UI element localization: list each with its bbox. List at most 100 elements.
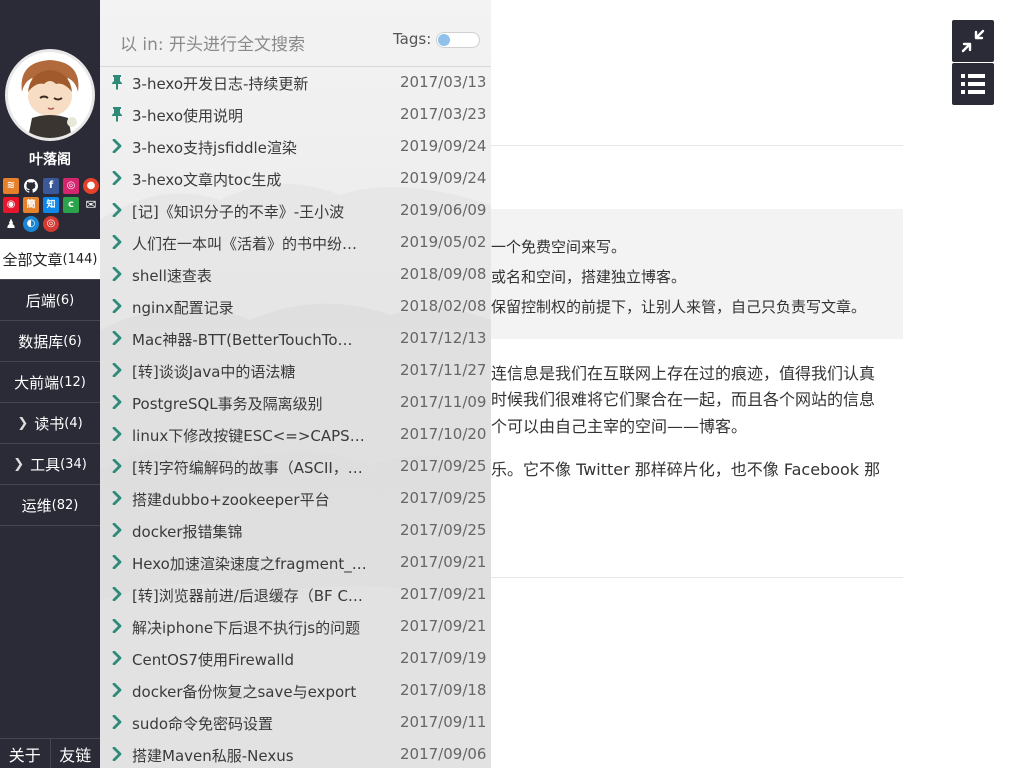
- chevron-right-icon: ❯: [13, 456, 25, 472]
- nav-label: 运维: [21, 496, 52, 515]
- post-row[interactable]: [转]谈谈Java中的语法糖 2017/11/27: [100, 354, 491, 386]
- post-date: 2017/09/25: [400, 521, 487, 539]
- chevron-right-icon: [110, 202, 124, 218]
- post-title: CentOS7使用Firewalld: [132, 651, 295, 669]
- post-row[interactable]: docker备份恢复之save与export 2017/09/18: [100, 674, 491, 706]
- post-row[interactable]: 3-hexo支持jsfiddle渲染 2019/09/24: [100, 130, 491, 162]
- post-row[interactable]: Hexo加速渲染速度之fragment_… 2017/09/21: [100, 546, 491, 578]
- post-row[interactable]: 搭建Maven私服-Nexus 2017/09/06: [100, 738, 491, 768]
- nav-item-backend[interactable]: 后端 (6): [0, 280, 100, 321]
- post-row[interactable]: 3-hexo使用说明 2017/03/23: [100, 98, 491, 130]
- chevron-right-icon: [110, 682, 124, 698]
- post-title: docker报错集锦: [132, 523, 243, 541]
- nav-label: 工具: [30, 455, 61, 474]
- nav-count: (4): [64, 415, 83, 431]
- post-title: [转]浏览器前进/后退缓存（BF C…: [132, 587, 363, 605]
- collapse-sidebar-button[interactable]: [952, 20, 994, 62]
- post-date: 2017/09/25: [400, 489, 487, 507]
- nav-item-reading[interactable]: ❯ 读书 (4): [0, 403, 100, 444]
- post-row[interactable]: 解决iphone下后退不执行js的问题 2017/09/21: [100, 610, 491, 642]
- paragraph-line: 连信息是我们在互联网上存在过的痕迹，值得我们认真: [491, 364, 876, 383]
- post-row[interactable]: 3-hexo文章内toc生成 2019/09/24: [100, 162, 491, 194]
- zhihu-icon[interactable]: 知: [43, 197, 59, 213]
- post-title: sudo命令免密码设置: [132, 715, 274, 733]
- post-row[interactable]: docker报错集锦 2017/09/25: [100, 514, 491, 546]
- quote-line: 或名和空间，搭建独立博客。: [491, 268, 687, 286]
- post-row[interactable]: Mac神器-BTT(BetterTouchTo… 2017/12/13: [100, 322, 491, 354]
- post-date: 2017/09/11: [400, 713, 487, 731]
- post-date: 2017/09/21: [400, 617, 487, 635]
- post-row[interactable]: [转]字符编解码的故事（ASCII，… 2017/09/25: [100, 450, 491, 482]
- chevron-right-icon: [110, 714, 124, 730]
- nav-item-database[interactable]: 数据库 (6): [0, 321, 100, 362]
- paragraph-line: 时候我们很难将它们聚合在一起，而且各个网站的信息: [491, 390, 876, 409]
- post-date: 2017/09/18: [400, 681, 487, 699]
- post-date: 2018/09/08: [400, 265, 487, 283]
- site-name[interactable]: 叶落阁: [0, 149, 100, 169]
- post-date: 2017/09/06: [400, 745, 487, 763]
- post-title: 搭建Maven私服-Nexus: [132, 747, 294, 765]
- post-row[interactable]: shell速查表 2018/09/08: [100, 258, 491, 290]
- social-links-row-2: ◉ 簡 知 c ✉: [2, 197, 100, 213]
- post-row[interactable]: linux下修改按键ESC<=>CAPSL… 2017/10/20: [100, 418, 491, 450]
- post-title: shell速查表: [132, 267, 212, 285]
- rss-icon[interactable]: ≋: [3, 178, 19, 194]
- mail-icon[interactable]: ✉: [83, 197, 99, 213]
- paragraph-line: 乐。它不像 Twitter 那样碎片化，也不像 Facebook 那: [491, 460, 881, 479]
- post-title: PostgreSQL事务及隔离级别: [132, 395, 323, 413]
- qq-icon[interactable]: ♟: [3, 216, 19, 232]
- nav-item-tools[interactable]: ❯ 工具 (34): [0, 444, 100, 485]
- weibo-icon[interactable]: ◉: [3, 197, 19, 213]
- facebook-icon[interactable]: f: [43, 178, 59, 194]
- post-date: 2017/11/09: [400, 393, 487, 411]
- post-row[interactable]: [转]浏览器前进/后退缓存（BF C… 2017/09/21: [100, 578, 491, 610]
- github-icon[interactable]: [23, 178, 39, 194]
- segmentfault-icon[interactable]: ◐: [23, 216, 39, 232]
- post-row[interactable]: 搭建dubbo+zookeeper平台 2017/09/25: [100, 482, 491, 514]
- post-row[interactable]: nginx配置记录 2018/02/08: [100, 290, 491, 322]
- netease-music-icon[interactable]: ◎: [43, 216, 59, 232]
- chevron-right-icon: [110, 298, 124, 314]
- chevron-right-icon: [110, 618, 124, 634]
- quote-line: 一个免费空间来写。: [491, 238, 627, 256]
- post-title: nginx配置记录: [132, 299, 234, 317]
- post-row[interactable]: PostgreSQL事务及隔离级别 2017/11/09: [100, 386, 491, 418]
- about-link[interactable]: 关于: [0, 739, 50, 768]
- search-input[interactable]: [120, 34, 390, 56]
- post-date: 2017/09/25: [400, 457, 487, 475]
- paragraph-line: 个可以由自己主宰的空间——博客。: [491, 417, 748, 436]
- post-date: 2017/11/27: [400, 361, 487, 379]
- csdn-icon[interactable]: c: [63, 197, 79, 213]
- chevron-right-icon: [110, 138, 124, 154]
- nav-item-ops[interactable]: 运维 (82): [0, 485, 100, 526]
- tags-toggle-knob: [438, 34, 450, 46]
- nav-item-frontend[interactable]: 大前端 (12): [0, 362, 100, 403]
- friends-link[interactable]: 友链: [49, 739, 101, 768]
- reddit-icon[interactable]: ●: [83, 178, 99, 194]
- douban-icon[interactable]: 簡: [23, 197, 39, 213]
- chevron-right-icon: [110, 170, 124, 186]
- tags-toggle[interactable]: [436, 32, 480, 48]
- nav-item-all[interactable]: 全部文章 (144): [0, 239, 100, 280]
- nav-count: (34): [60, 456, 87, 472]
- post-title: Hexo加速渲染速度之fragment_…: [132, 555, 367, 573]
- post-title: linux下修改按键ESC<=>CAPSL…: [132, 427, 370, 445]
- chevron-right-icon: [110, 266, 124, 282]
- post-row[interactable]: [记]《知识分子的不幸》-王小波 2019/06/09: [100, 194, 491, 226]
- chevron-right-icon: [110, 362, 124, 378]
- pin-icon: [110, 74, 124, 90]
- post-title: [转]字符编解码的故事（ASCII，…: [132, 459, 363, 477]
- post-date: 2017/03/23: [400, 105, 487, 123]
- avatar[interactable]: [5, 49, 95, 141]
- post-date: 2019/09/24: [400, 169, 487, 187]
- post-title: 搭建dubbo+zookeeper平台: [132, 491, 330, 509]
- post-row[interactable]: sudo命令免密码设置 2017/09/11: [100, 706, 491, 738]
- chevron-right-icon: [110, 554, 124, 570]
- instagram-icon[interactable]: ◎: [63, 178, 79, 194]
- post-row[interactable]: 人们在一本叫《活着》的书中纷纷… 2019/05/02: [100, 226, 491, 258]
- toc-button[interactable]: [952, 63, 994, 105]
- post-row[interactable]: 3-hexo开发日志-持续更新 2017/03/13: [100, 66, 491, 98]
- article-content: 一个免费空间来写。 或名和空间，搭建独立博客。 保留控制权的前提下，让别人来管，…: [491, 0, 1024, 768]
- post-row[interactable]: CentOS7使用Firewalld 2017/09/19: [100, 642, 491, 674]
- post-title: 3-hexo支持jsfiddle渲染: [132, 139, 297, 157]
